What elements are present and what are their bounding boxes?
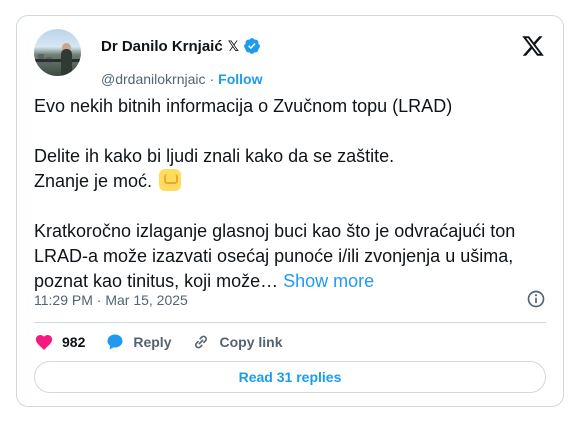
x-logo-icon[interactable]: [521, 34, 545, 58]
x-badge-icon: 𝕏: [227, 37, 239, 54]
reply-button[interactable]: Reply: [105, 332, 171, 352]
read-replies-button[interactable]: Read 31 replies: [34, 361, 546, 393]
tweet-card: Dr Danilo Krnjaić 𝕏 @drdanilokrnjaic · Fol…: [16, 15, 564, 407]
tweet-paragraph: Kratkoročno izlaganje glasnoj buci kao š…: [34, 219, 554, 294]
info-icon[interactable]: [526, 289, 546, 309]
link-icon: [195, 335, 208, 349]
author-handle[interactable]: @drdanilokrnjaic: [101, 71, 205, 87]
follow-button[interactable]: Follow: [218, 71, 262, 87]
reply-bubble-icon: [107, 334, 123, 350]
copy-link-button[interactable]: Copy link: [191, 332, 283, 352]
action-bar: 982 Reply Copy link: [34, 331, 303, 353]
reply-label: Reply: [133, 334, 172, 350]
show-more-link[interactable]: Show more: [283, 271, 374, 291]
author-name[interactable]: Dr Danilo Krnjaić: [101, 38, 223, 55]
verified-badge-icon: [244, 38, 260, 54]
like-button[interactable]: 982: [34, 332, 85, 352]
copy-link-label: Copy link: [219, 334, 283, 350]
divider: [34, 322, 546, 323]
author-handle-row: @drdanilokrnjaic · Follow: [101, 71, 262, 87]
tweet-line: Evo nekih bitnih informacija o Zvučnom t…: [34, 96, 453, 116]
separator-dot: ·: [209, 71, 215, 87]
tweet-line-with-emoji: Znanje je moć.: [34, 169, 554, 194]
tweet-timestamp[interactable]: 11:29 PM · Mar 15, 2025: [34, 292, 188, 308]
tweet-line: Delite ih kako bi ljudi znali kako da se…: [34, 146, 395, 166]
raised-fist-emoji-icon: [159, 169, 182, 191]
heart-icon: [35, 335, 53, 350]
tweet-line: Kratkoročno izlaganje glasnoj buci kao š…: [34, 221, 516, 291]
author-name-row: Dr Danilo Krnjaić 𝕏: [101, 36, 261, 56]
like-count: 982: [62, 334, 86, 350]
avatar[interactable]: [34, 29, 81, 76]
tweet-line: Znanje je moć.: [34, 171, 153, 191]
tweet-text: Evo nekih bitnih informacija o Zvučnom t…: [34, 94, 554, 294]
